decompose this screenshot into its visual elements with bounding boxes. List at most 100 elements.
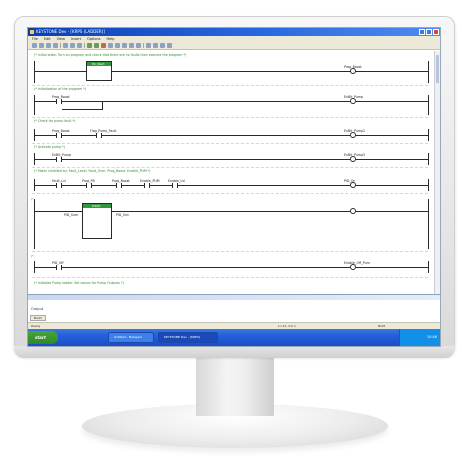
coil-tool-icon[interactable] [115,43,120,48]
function-block[interactable]: PIDAT [82,203,112,239]
save-icon[interactable] [46,43,51,48]
rung-comment: (* Activate pump *) [34,145,65,149]
fb-output-tag: PID_Out [116,213,129,217]
rung-separator [32,251,428,252]
function-block-name: Pb_Start [92,62,105,66]
monitor-bezel-bottom [14,346,455,358]
rung-wire [62,135,96,136]
rung-wire [62,185,86,186]
minimize-button[interactable] [419,29,425,35]
run-icon[interactable] [94,43,99,48]
vertical-link-icon[interactable] [136,43,141,48]
clock[interactable]: 10:46 [427,329,437,346]
window-title: KEYSTONE Dev - [KRPS (LADDER)] [36,29,105,34]
rung-wire [102,135,350,136]
open-folder-icon[interactable] [39,43,44,48]
left-power-rail [34,199,35,249]
rung-wire [34,267,56,268]
contact-tag: Flag_Pump_Fault [90,129,117,133]
block-tool-icon[interactable] [122,43,127,48]
rung-wire [178,185,350,186]
vertical-scrollbar[interactable] [434,51,440,294]
tab-build[interactable]: Build [30,315,46,321]
parallel-branch [62,109,102,110]
right-power-rail [428,199,429,249]
start-button[interactable]: start [28,331,58,344]
right-power-rail [428,95,429,115]
zoom-out-icon[interactable] [153,43,158,48]
right-power-rail [428,129,429,141]
output-coil[interactable] [350,68,356,74]
right-power-rail [428,61,429,83]
fb-input-tag: PID_Sum [64,213,79,217]
rung-wire [34,135,56,136]
rung-wire [34,101,56,102]
rung-comment: (* Initialization of the program *) [34,87,87,91]
output-pane-header: Output [28,295,440,311]
taskbar-item[interactable]: Untitled - Notepad [108,332,154,343]
close-button[interactable] [433,29,439,35]
monitor-screen: KEYSTONE Dev - [KRPS (LADDER)] File Edit… [28,28,440,346]
output-pane-title: Output [31,307,44,311]
output-tabs: Build [30,315,46,321]
rung-wire [34,159,56,160]
start-label: start [35,335,46,340]
window-controls [419,29,439,35]
rung-wire [356,101,428,102]
scrollbar-thumb[interactable] [436,55,439,83]
function-block-name: PIDAT [92,204,101,208]
left-power-rail [34,95,35,115]
paste-icon[interactable] [77,43,82,48]
right-power-rail [428,179,429,191]
new-file-icon[interactable] [32,43,37,48]
find-icon[interactable] [160,43,165,48]
rung-separator [32,167,428,168]
contact-tool-icon[interactable] [108,43,113,48]
rung-wire [356,211,428,212]
toolbar-separator [143,43,144,48]
taskbar-item-label: KEYSTONE Dev - [KRPS] [164,335,200,339]
taskbar: start Untitled - Notepad KEYSTONE Dev - … [28,329,440,346]
horizontal-link-icon[interactable] [129,43,134,48]
rung-wire [62,101,350,102]
rung-wire [150,185,172,186]
rung-separator [32,117,428,118]
taskbar-item-label: Untitled - Notepad [114,335,142,339]
ladder-editor[interactable]: (* Initial state: Turn on program and ch… [28,51,434,294]
left-power-rail [34,61,35,83]
monitor-stand [196,356,274,416]
copy-icon[interactable] [70,43,75,48]
rung-wire [62,267,350,268]
rung-wire [122,185,144,186]
rung-comment: (* Motor inhibited by: Fault_Level, Faul… [34,169,151,173]
rung-number-label: (* [31,254,34,258]
compile-icon[interactable] [87,43,92,48]
rung-wire [62,159,350,160]
system-tray: 10:46 [399,329,440,346]
right-power-rail [428,153,429,165]
rung-comment: (* Initial state: Turn on program and ch… [34,53,187,57]
toolbar-separator [84,43,85,48]
taskbar-item-active[interactable]: KEYSTONE Dev - [KRPS] [158,332,218,343]
rung-wire [34,71,86,72]
cut-icon[interactable] [63,43,68,48]
zoom-in-icon[interactable] [146,43,151,48]
toolbar [28,42,440,50]
rung-separator [32,277,428,278]
rung-wire [356,267,428,268]
rung-wire [356,185,428,186]
function-block[interactable]: Pb_Start [86,61,112,81]
window-titlebar[interactable]: KEYSTONE Dev - [KRPS (LADDER)] [28,28,440,36]
rung-separator [32,143,428,144]
rung-wire [112,211,350,212]
monitor-scene: KEYSTONE Dev - [KRPS (LADDER)] File Edit… [0,0,469,469]
stop-icon[interactable] [101,43,106,48]
rung-wire [34,185,56,186]
print-icon[interactable] [53,43,58,48]
rung-separator [32,85,428,86]
rung-wire [356,159,428,160]
help-icon[interactable] [167,43,172,48]
rung-separator [32,193,428,194]
maximize-button[interactable] [426,29,432,35]
coil-tag: Enable_Off_Pum [344,261,370,265]
